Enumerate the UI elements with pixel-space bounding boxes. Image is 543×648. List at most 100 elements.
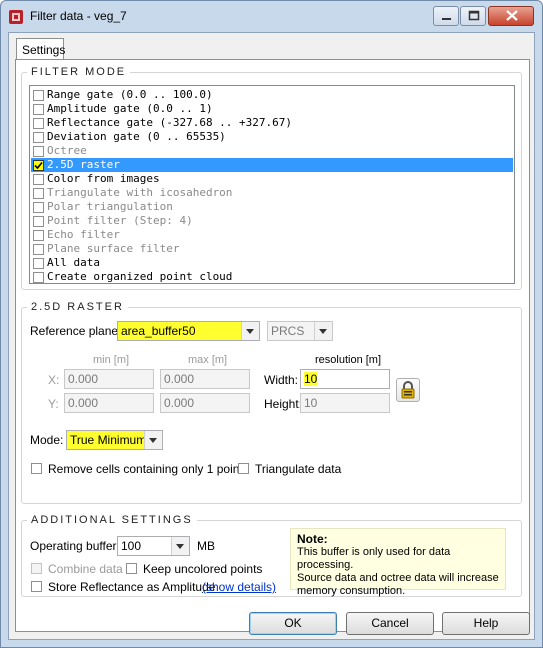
checkbox[interactable] (33, 202, 44, 213)
window-title: Filter data - veg_7 (30, 9, 127, 23)
filter-item-plane-surface-filter[interactable]: Plane surface filter (31, 242, 513, 256)
tab-settings[interactable]: Settings (16, 38, 65, 60)
raster-heading: 2.5D RASTER (27, 301, 128, 313)
close-icon (506, 10, 518, 21)
list-item-label: Create organized point cloud (47, 270, 233, 283)
remove-cells-label: Remove cells containing only 1 point (48, 462, 243, 476)
width-value: 10 (304, 372, 318, 386)
keep-uncolored-label: Keep uncolored points (143, 562, 263, 576)
filter-mode-heading: FILTER MODE (27, 66, 131, 78)
checkbox[interactable] (33, 188, 44, 199)
note-title: Note: (297, 532, 328, 546)
y-max-field[interactable]: 0.000 (160, 393, 250, 413)
list-item-label: Point filter (Step: 4) (47, 214, 193, 227)
chevron-down-icon (171, 537, 189, 555)
operating-buffer-value: 100 (121, 539, 142, 553)
combine-data-checkbox[interactable] (31, 563, 42, 574)
max-column-header: max [m] (188, 354, 228, 366)
list-item-label: Amplitude gate (0.0 .. 1) (47, 102, 213, 115)
list-item-label: Plane surface filter (47, 242, 180, 255)
min-column-header: min [m] (93, 354, 130, 366)
list-item-label: Range gate (0.0 .. 100.0) (47, 88, 213, 101)
filter-item-deviation-gate[interactable]: Deviation gate (0 .. 65535) (31, 130, 513, 144)
list-item-label: Deviation gate (0 .. 65535) (47, 130, 226, 143)
help-button[interactable]: Help (442, 612, 530, 635)
checkbox[interactable] (33, 132, 44, 143)
checkbox[interactable] (33, 174, 44, 185)
x-max-field[interactable]: 0.000 (160, 369, 250, 389)
list-item-label: Reflectance gate (-327.68 .. +327.67) (47, 116, 293, 129)
filter-item-2-5d-raster[interactable]: 2.5D raster (31, 158, 513, 172)
checkbox[interactable] (33, 258, 44, 269)
triangulate-data-label: Triangulate data (255, 462, 342, 476)
list-item-label: All data (47, 256, 100, 269)
filter-item-color-from-images[interactable]: Color from images (31, 172, 513, 186)
list-item-label: Triangulate with icosahedron (47, 186, 233, 199)
chevron-down-icon (314, 322, 332, 340)
maximize-button[interactable] (460, 6, 486, 26)
mode-combo[interactable]: True Minimum (66, 430, 163, 450)
mode-value: True Minimum (70, 433, 147, 447)
checkbox[interactable] (33, 104, 44, 115)
checkmark-icon (34, 161, 43, 170)
filter-item-all-data[interactable]: All data (31, 256, 513, 270)
filter-item-triangulate-icosahedron[interactable]: Triangulate with icosahedron (31, 186, 513, 200)
list-item-label: Color from images (47, 172, 160, 185)
list-item-label: Echo filter (47, 228, 120, 241)
height-field[interactable]: 10 (300, 393, 390, 413)
store-reflectance-label: Store Reflectance as Amplitude (48, 580, 216, 594)
y-min-field[interactable]: 0.000 (64, 393, 154, 413)
cancel-button[interactable]: Cancel (346, 612, 434, 635)
filter-item-echo-filter[interactable]: Echo filter (31, 228, 513, 242)
checkbox[interactable] (33, 230, 44, 241)
combine-data-label: Combine data (48, 562, 123, 576)
note-line: memory consumption. (297, 585, 406, 597)
maximize-icon (468, 10, 480, 21)
x-label: X: (48, 373, 60, 387)
checkbox[interactable] (33, 118, 44, 129)
title-bar[interactable]: Filter data - veg_7 (0, 0, 543, 32)
lock-icon (401, 381, 415, 399)
list-item-label: Octree (47, 144, 87, 157)
filter-item-range-gate[interactable]: Range gate (0.0 .. 100.0) (31, 88, 513, 102)
filter-item-polar-triangulation[interactable]: Polar triangulation (31, 200, 513, 214)
filter-item-amplitude-gate[interactable]: Amplitude gate (0.0 .. 1) (31, 102, 513, 116)
reference-plane-label: Reference plane: (30, 324, 122, 338)
triangulate-data-checkbox[interactable] (238, 463, 249, 474)
minimize-icon (442, 18, 451, 20)
chevron-down-icon (241, 322, 259, 340)
filter-item-point-filter[interactable]: Point filter (Step: 4) (31, 214, 513, 228)
operating-buffer-combo[interactable]: 100 (117, 536, 190, 556)
coordinate-system-combo[interactable]: PRCS (267, 321, 333, 341)
filter-mode-list[interactable]: Range gate (0.0 .. 100.0) Amplitude gate… (29, 85, 515, 284)
resolution-column-header: resolution [m] (315, 354, 382, 366)
filter-item-octree[interactable]: Octree (31, 144, 513, 158)
reference-plane-combo[interactable]: area_buffer50 (117, 321, 260, 341)
checkbox[interactable] (33, 216, 44, 227)
checkbox[interactable] (33, 272, 44, 283)
list-item-label: 2.5D raster (47, 158, 120, 171)
app-icon (9, 10, 23, 24)
additional-settings-heading: ADDITIONAL SETTINGS (27, 514, 197, 526)
checkbox[interactable] (33, 90, 44, 101)
filter-item-organized-point-cloud[interactable]: Create organized point cloud (31, 270, 513, 284)
x-min-field[interactable]: 0.000 (64, 369, 154, 389)
checkbox[interactable] (33, 244, 44, 255)
y-label: Y: (48, 397, 59, 411)
keep-uncolored-checkbox[interactable] (126, 563, 137, 574)
ok-button[interactable]: OK (249, 612, 337, 635)
checkbox-checked[interactable] (33, 160, 44, 171)
chevron-down-icon (144, 431, 162, 449)
width-field[interactable]: 10 (300, 369, 390, 389)
minimize-button[interactable] (433, 6, 459, 26)
lock-aspect-button[interactable] (396, 378, 420, 402)
store-reflectance-checkbox[interactable] (31, 581, 42, 592)
remove-cells-checkbox[interactable] (31, 463, 42, 474)
filter-item-reflectance-gate[interactable]: Reflectance gate (-327.68 .. +327.67) (31, 116, 513, 130)
show-details-link[interactable]: (show details) (202, 580, 276, 594)
list-item-label: Polar triangulation (47, 200, 173, 213)
checkbox[interactable] (33, 146, 44, 157)
operating-buffer-unit: MB (197, 539, 215, 553)
close-button[interactable] (488, 6, 534, 26)
height-label: Height: (264, 397, 303, 411)
